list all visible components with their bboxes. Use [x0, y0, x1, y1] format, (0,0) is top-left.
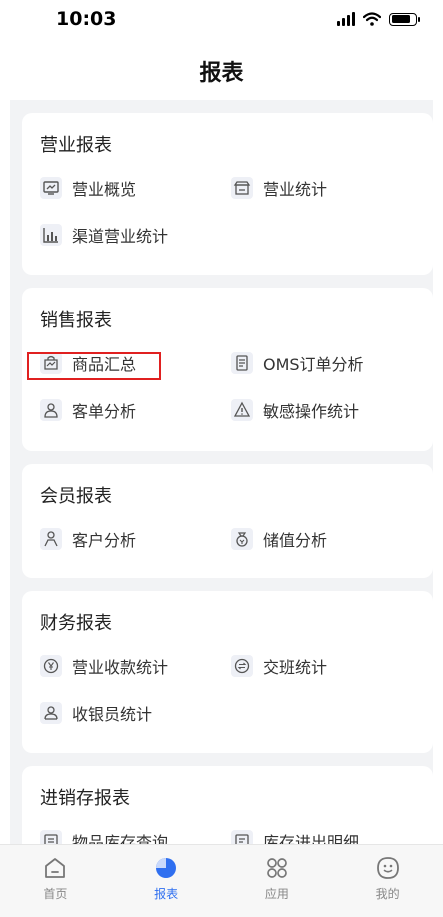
inventory-detail-icon	[231, 830, 253, 844]
money-bag-icon	[231, 528, 253, 550]
person-icon	[40, 399, 62, 421]
profile-icon	[376, 857, 399, 879]
tab-label: 报表	[154, 887, 179, 901]
section-card-business: 营业报表 营业概览 营业统计 渠道营业统计	[22, 113, 433, 275]
section-title: 进销存报表	[40, 788, 130, 809]
section-title: 会员报表	[40, 486, 112, 507]
home-icon	[45, 858, 66, 878]
report-item-oms-orders[interactable]: OMS订单分析	[231, 351, 364, 375]
report-item-label: 渠道营业统计	[72, 227, 169, 246]
report-item-customer-analysis[interactable]: 客户分析	[40, 527, 136, 551]
wifi-icon	[363, 12, 381, 26]
monitor-chart-icon	[40, 177, 62, 199]
bar-chart-icon	[40, 224, 62, 246]
document-icon	[231, 352, 253, 374]
tab-apps[interactable]: 应用	[222, 845, 333, 917]
report-item-label: 库存进出明细	[263, 833, 360, 844]
report-item-business-overview[interactable]: 营业概览	[40, 176, 136, 200]
report-item-label: OMS订单分析	[263, 355, 364, 374]
report-item-shift-stats[interactable]: 交班统计	[231, 654, 327, 678]
report-item-customer-order[interactable]: 客单分析	[40, 398, 136, 422]
report-item-label: 敏感操作统计	[263, 402, 360, 421]
page-title: 报表	[199, 61, 244, 86]
status-icons	[337, 12, 420, 26]
tab-home[interactable]: 首页	[0, 845, 111, 917]
report-item-cashier-stats[interactable]: 收银员统计	[40, 701, 152, 725]
tab-bar: 首页 报表 应用 我的	[0, 844, 443, 917]
apps-icon	[267, 858, 287, 878]
battery-icon	[389, 12, 420, 26]
exchange-circle-icon	[231, 655, 253, 677]
cashier-icon	[40, 702, 62, 724]
report-item-label: 物品库存查询	[72, 833, 169, 844]
tab-reports[interactable]: 报表	[111, 845, 222, 917]
report-item-label: 储值分析	[263, 531, 328, 550]
report-item-inventory-detail[interactable]: 库存进出明细	[231, 829, 359, 844]
yen-circle-icon	[40, 655, 62, 677]
signal-icon	[337, 12, 355, 26]
warning-icon	[231, 399, 253, 421]
report-item-label: 营业收款统计	[72, 658, 169, 677]
person-outline-icon	[40, 528, 62, 550]
report-item-label: 营业统计	[263, 180, 328, 199]
tab-label: 首页	[43, 887, 68, 901]
report-item-channel-stats[interactable]: 渠道营业统计	[40, 223, 168, 247]
report-item-label: 客单分析	[72, 402, 137, 421]
section-title: 销售报表	[40, 310, 112, 331]
report-item-business-stats[interactable]: 营业统计	[231, 176, 327, 200]
report-item-stored-value[interactable]: 储值分析	[231, 527, 327, 551]
section-card-member: 会员报表 客户分析 储值分析	[22, 464, 433, 578]
section-card-inventory: 进销存报表 物品库存查询 库存进出明细	[22, 766, 433, 844]
section-card-finance: 财务报表 营业收款统计 交班统计 收银员统计	[22, 591, 433, 753]
report-item-label: 客户分析	[72, 531, 137, 550]
tab-label: 我的	[375, 887, 400, 901]
store-icon	[231, 177, 253, 199]
report-item-inventory-query[interactable]: 物品库存查询	[40, 829, 168, 844]
highlight-box	[27, 352, 161, 380]
status-bar: 10:03	[0, 0, 443, 40]
inventory-icon	[40, 830, 62, 844]
pie-chart-icon	[156, 858, 177, 878]
report-item-sensitive-ops[interactable]: 敏感操作统计	[231, 398, 359, 422]
tab-profile[interactable]: 我的	[332, 845, 443, 917]
tab-label: 应用	[264, 887, 289, 901]
report-item-label: 收银员统计	[72, 705, 153, 724]
section-title: 财务报表	[40, 613, 112, 634]
section-title: 营业报表	[40, 135, 112, 156]
report-item-revenue-collection[interactable]: 营业收款统计	[40, 654, 168, 678]
status-time: 10:03	[56, 8, 117, 30]
report-item-label: 营业概览	[72, 180, 137, 199]
report-list[interactable]: 营业报表 营业概览 营业统计 渠道营业统计 销售报表 商品汇总 OMS订单分析 …	[10, 100, 433, 844]
report-item-label: 交班统计	[263, 658, 328, 677]
